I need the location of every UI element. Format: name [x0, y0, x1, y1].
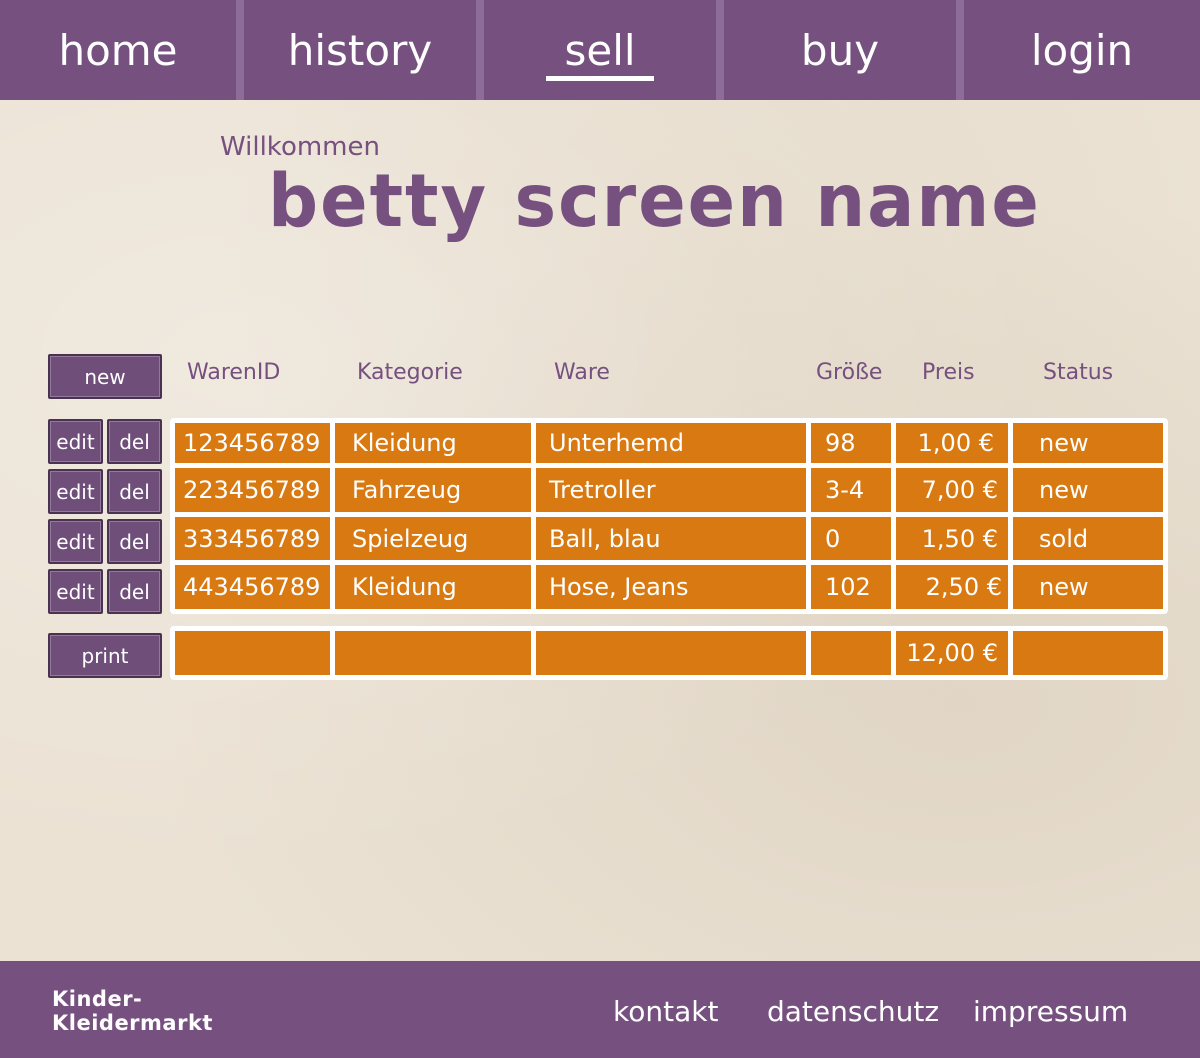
delete-button[interactable]: del — [107, 469, 162, 514]
table-cell-ware: Hose, Jeans — [536, 565, 806, 609]
table-cell-status: new — [1013, 468, 1163, 512]
total-price: 12,00 € — [896, 631, 1008, 675]
table-cell-preis: 2,50 € — [896, 565, 1008, 609]
table-cell-id: 123456789 — [175, 423, 330, 463]
delete-button[interactable]: del — [107, 419, 162, 464]
column-header-groesse: Größe — [816, 360, 883, 385]
nav-buy[interactable]: buy — [724, 0, 956, 100]
nav-sell-label: sell — [546, 26, 654, 81]
table-cell-preis: 7,00 € — [896, 468, 1008, 512]
column-header-kategorie: Kategorie — [357, 360, 463, 385]
table-cell-kategorie: Kleidung — [335, 565, 531, 609]
nav-home[interactable]: home — [0, 0, 236, 100]
table-cell-groesse: 98 — [811, 423, 891, 463]
table-cell-status: new — [1013, 565, 1163, 609]
table-cell-groesse: 3-4 — [811, 468, 891, 512]
nav-history[interactable]: history — [244, 0, 476, 100]
table-cell-kategorie: Fahrzeug — [335, 468, 531, 512]
table-cell-id: 443456789 — [175, 565, 330, 609]
site-logo[interactable]: Kinder- Kleidermarkt — [52, 987, 213, 1035]
nav-sell[interactable]: sell — [484, 0, 716, 100]
username-heading: betty screen name — [268, 157, 1041, 245]
table-cell-kategorie: Spielzeug — [335, 517, 531, 560]
table-cell-ware: Tretroller — [536, 468, 806, 512]
delete-button[interactable]: del — [107, 519, 162, 564]
table-cell-ware: Ball, blau — [536, 517, 806, 560]
table-cell-id: 223456789 — [175, 468, 330, 512]
table-cell-preis: 1,00 € — [896, 423, 1008, 463]
main-navigation: home history sell buy login — [0, 0, 1200, 100]
nav-login[interactable]: login — [964, 0, 1200, 100]
nav-buy-label: buy — [800, 25, 880, 75]
edit-button[interactable]: edit — [48, 519, 103, 564]
table-cell-groesse: 0 — [811, 517, 891, 560]
logo-line-1: Kinder- — [52, 987, 143, 1011]
delete-button[interactable]: del — [107, 569, 162, 614]
footer-link-datenschutz[interactable]: datenschutz — [767, 995, 939, 1028]
items-table: 123456789 Kleidung Unterhemd 98 1,00 € n… — [170, 418, 1168, 614]
table-cell-kategorie: Kleidung — [335, 423, 531, 463]
table-cell-groesse: 102 — [811, 565, 891, 609]
footer: Kinder- Kleidermarkt kontakt datenschutz… — [0, 961, 1200, 1058]
table-cell-id: 333456789 — [175, 517, 330, 560]
table-cell-status: sold — [1013, 517, 1163, 560]
table-cell-preis: 1,50 € — [896, 517, 1008, 560]
column-header-ware: Ware — [554, 360, 610, 385]
footer-link-impressum[interactable]: impressum — [973, 995, 1128, 1028]
nav-home-label: home — [58, 25, 178, 75]
totals-table: 12,00 € — [170, 626, 1168, 680]
table-cell-status: new — [1013, 423, 1163, 463]
new-button[interactable]: new — [48, 354, 162, 399]
column-header-warenid: WarenID — [187, 360, 281, 385]
edit-button[interactable]: edit — [48, 469, 103, 514]
nav-history-label: history — [287, 25, 433, 75]
print-button[interactable]: print — [48, 633, 162, 678]
edit-button[interactable]: edit — [48, 419, 103, 464]
nav-login-label: login — [1030, 25, 1134, 75]
logo-line-2: Kleidermarkt — [52, 1011, 213, 1035]
column-header-status: Status — [1043, 360, 1114, 385]
table-cell-ware: Unterhemd — [536, 423, 806, 463]
column-header-preis: Preis — [922, 360, 975, 385]
edit-button[interactable]: edit — [48, 569, 103, 614]
footer-link-kontakt[interactable]: kontakt — [613, 995, 718, 1028]
